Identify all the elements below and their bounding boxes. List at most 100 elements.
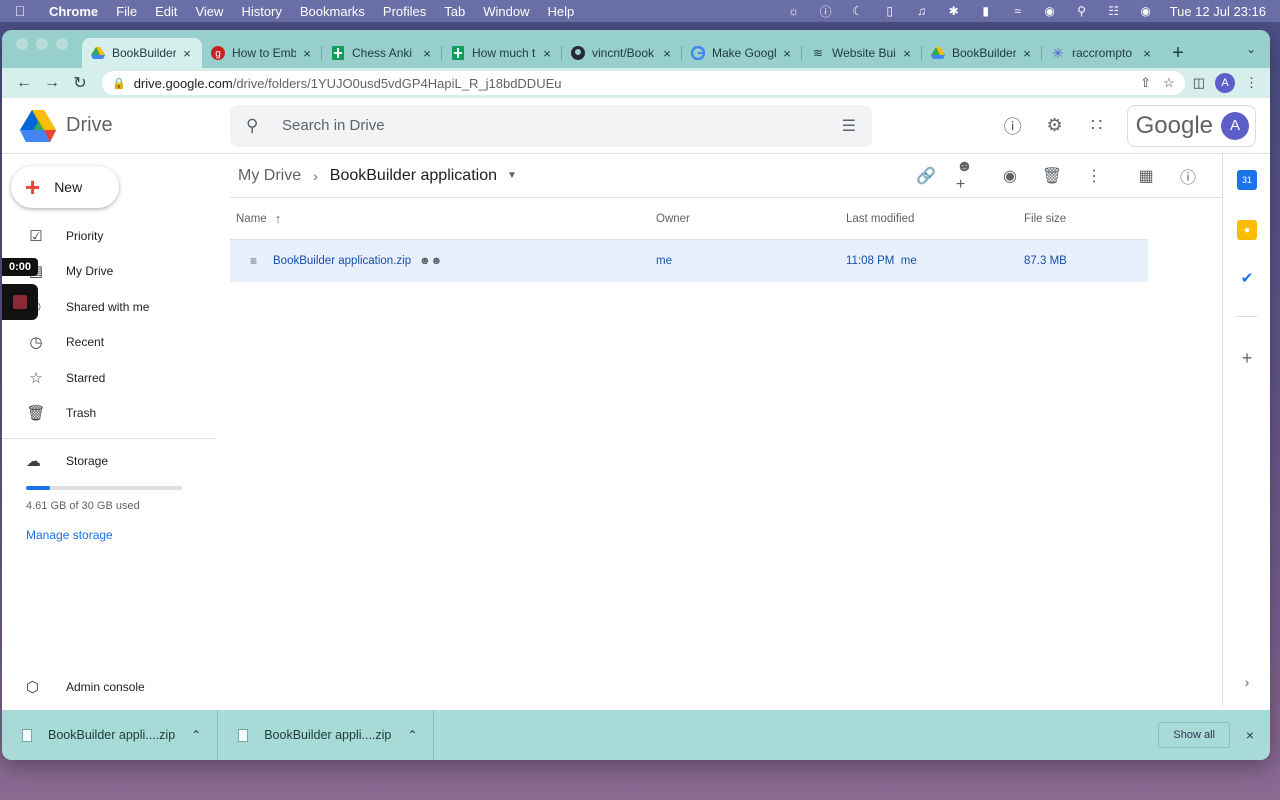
menu-help[interactable]: Help [539, 4, 584, 19]
tab-close-icon[interactable]: × [1140, 46, 1154, 61]
bookmark-star-icon[interactable]: ☆ [1163, 75, 1175, 91]
tab-close-icon[interactable]: × [300, 46, 314, 61]
address-bar[interactable]: 🔒 drive.google.com/drive/folders/1YUJO0u… [102, 71, 1185, 95]
tab-close-icon[interactable]: × [180, 46, 194, 61]
tab-close-icon[interactable]: × [540, 46, 554, 61]
tab-github[interactable]: vincnt/Book × [562, 38, 682, 68]
preview-eye-icon[interactable]: ◉ [998, 164, 1022, 188]
sidebar-item-trash[interactable]: 🗑 Trash [2, 396, 230, 432]
tab-raccrompton[interactable]: ✳ raccrompto × [1042, 38, 1162, 68]
menu-edit[interactable]: Edit [146, 4, 186, 19]
add-addon-icon[interactable]: + [1237, 348, 1257, 368]
menu-clock[interactable]: Tue 12 Jul 23:16 [1170, 4, 1266, 19]
sidebar-item-recent[interactable]: ◷ Recent [2, 325, 230, 361]
brightness-icon[interactable]: ☼ [786, 4, 802, 18]
close-window-icon[interactable] [16, 38, 28, 50]
sidebar-item-priority[interactable]: ☑ Priority [2, 218, 230, 254]
column-last-modified[interactable]: Last modified [846, 213, 1024, 225]
drive-logo[interactable]: Drive [2, 109, 230, 142]
menu-profiles[interactable]: Profiles [374, 4, 435, 19]
tab-search-chevron-icon[interactable]: ⌄ [1246, 42, 1256, 56]
account-avatar[interactable]: A [1221, 111, 1249, 140]
sort-arrow-up-icon[interactable]: ↑ [275, 211, 282, 226]
breadcrumb-current-folder[interactable]: BookBuilder application [330, 167, 497, 185]
help-icon[interactable]: ⓘ [1001, 114, 1025, 138]
column-file-size[interactable]: File size [1024, 213, 1144, 225]
chevron-up-icon[interactable]: ⌃ [191, 728, 201, 742]
grid-view-icon[interactable]: ▦ [1134, 164, 1158, 188]
bluetooth-icon[interactable]: ✱ [946, 4, 962, 18]
tab-chess-anki[interactable]: Chess Anki S × [322, 38, 442, 68]
tab-website-builder[interactable]: ≋ Website Bui × [802, 38, 922, 68]
forward-icon[interactable]: → [38, 71, 66, 95]
manage-storage-link[interactable]: Manage storage [26, 528, 186, 542]
show-all-button[interactable]: Show all [1158, 722, 1230, 748]
tab-close-icon[interactable]: × [900, 46, 914, 61]
google-account-box[interactable]: Google A [1126, 104, 1256, 147]
back-icon[interactable]: ← [10, 71, 38, 95]
settings-gear-icon[interactable]: ⚙ [1043, 114, 1067, 138]
details-info-icon[interactable]: ⓘ [1176, 164, 1200, 188]
share-icon[interactable]: ⇧ [1140, 75, 1151, 91]
side-panel-icon[interactable]: ◫ [1193, 75, 1205, 91]
column-owner[interactable]: Owner [656, 213, 846, 225]
link-icon[interactable]: 🔗 [914, 164, 938, 188]
tab-how-to-embed[interactable]: g How to Emb × [202, 38, 322, 68]
table-row[interactable]: ≡ BookBuilder application.zip ☻☻ me 11:0… [230, 240, 1148, 282]
menu-view[interactable]: View [186, 4, 232, 19]
moon-icon[interactable]: ☾ [850, 4, 866, 18]
menu-history[interactable]: History [232, 4, 290, 19]
apple-icon[interactable]:  [0, 3, 40, 19]
reload-icon[interactable]: ↻ [66, 71, 94, 95]
add-person-icon[interactable]: ☻+ [956, 158, 980, 193]
tab-how-much-time[interactable]: How much ti × [442, 38, 562, 68]
tab-bookbuilder-active[interactable]: BookBuilder × [82, 38, 202, 68]
new-tab-icon[interactable]: + [1162, 38, 1194, 68]
lock-icon[interactable]: 🔒 [112, 77, 126, 90]
info-icon[interactable]: ⓘ [818, 4, 834, 19]
siri-icon[interactable]: ◉ [1138, 4, 1154, 18]
tab-close-icon[interactable]: × [660, 46, 674, 61]
menu-app-name[interactable]: Chrome [40, 4, 107, 19]
battery-icon[interactable]: ▮ [978, 4, 994, 18]
search-icon[interactable]: ⚲ [246, 116, 266, 136]
column-name[interactable]: Name ↑ [230, 211, 656, 226]
menu-file[interactable]: File [107, 4, 146, 19]
recorder-stop-button[interactable] [2, 284, 38, 320]
breadcrumb-my-drive[interactable]: My Drive [238, 167, 301, 185]
expand-panel-chevron-icon[interactable]: › [1237, 672, 1257, 692]
download-item[interactable]: BookBuilder appli....zip ⌃ [2, 710, 219, 760]
tasks-icon[interactable]: ✔ [1237, 268, 1257, 288]
tab-bookbuilder-2[interactable]: BookBuilder × [922, 38, 1042, 68]
apps-grid-icon[interactable]: ∷ [1085, 114, 1109, 138]
more-options-icon[interactable]: ⋮ [1082, 164, 1106, 188]
keep-icon[interactable]: ● [1237, 220, 1257, 240]
browser-menu-icon[interactable]: ⋮ [1245, 75, 1258, 91]
download-item[interactable]: BookBuilder appli....zip ⌃ [218, 710, 435, 760]
menu-tab[interactable]: Tab [435, 4, 474, 19]
chevron-down-icon[interactable]: ▼ [507, 170, 517, 181]
sidebar-item-storage[interactable]: ☁ Storage [26, 452, 186, 470]
delete-icon[interactable]: 🗑 [1040, 164, 1064, 188]
tab-make-google[interactable]: Make Googl × [682, 38, 802, 68]
tab-close-icon[interactable]: × [420, 46, 434, 61]
chevron-up-icon[interactable]: ⌃ [407, 728, 417, 742]
control-center-icon[interactable]: ☷ [1106, 4, 1122, 18]
wifi-icon[interactable]: ≈ [1010, 4, 1026, 18]
close-download-bar-icon[interactable]: × [1230, 727, 1270, 743]
volume-icon[interactable]: ♫ [914, 4, 930, 18]
battery-status-icon[interactable]: ▯ [882, 4, 898, 18]
zoom-window-icon[interactable] [56, 38, 68, 50]
calendar-icon[interactable]: 31 [1237, 170, 1257, 190]
sidebar-item-starred[interactable]: ☆ Starred [2, 360, 230, 396]
sidebar-item-admin-console[interactable]: ⬡ Admin console [26, 678, 145, 696]
spotlight-icon[interactable]: ⚲ [1074, 4, 1090, 18]
user-icon[interactable]: ◉ [1042, 4, 1058, 18]
menu-window[interactable]: Window [474, 4, 538, 19]
tab-close-icon[interactable]: × [780, 46, 794, 61]
profile-avatar[interactable]: A [1215, 73, 1235, 93]
menu-bookmarks[interactable]: Bookmarks [291, 4, 374, 19]
new-button[interactable]: + New [11, 166, 119, 208]
minimize-window-icon[interactable] [36, 38, 48, 50]
tab-close-icon[interactable]: × [1020, 46, 1034, 61]
